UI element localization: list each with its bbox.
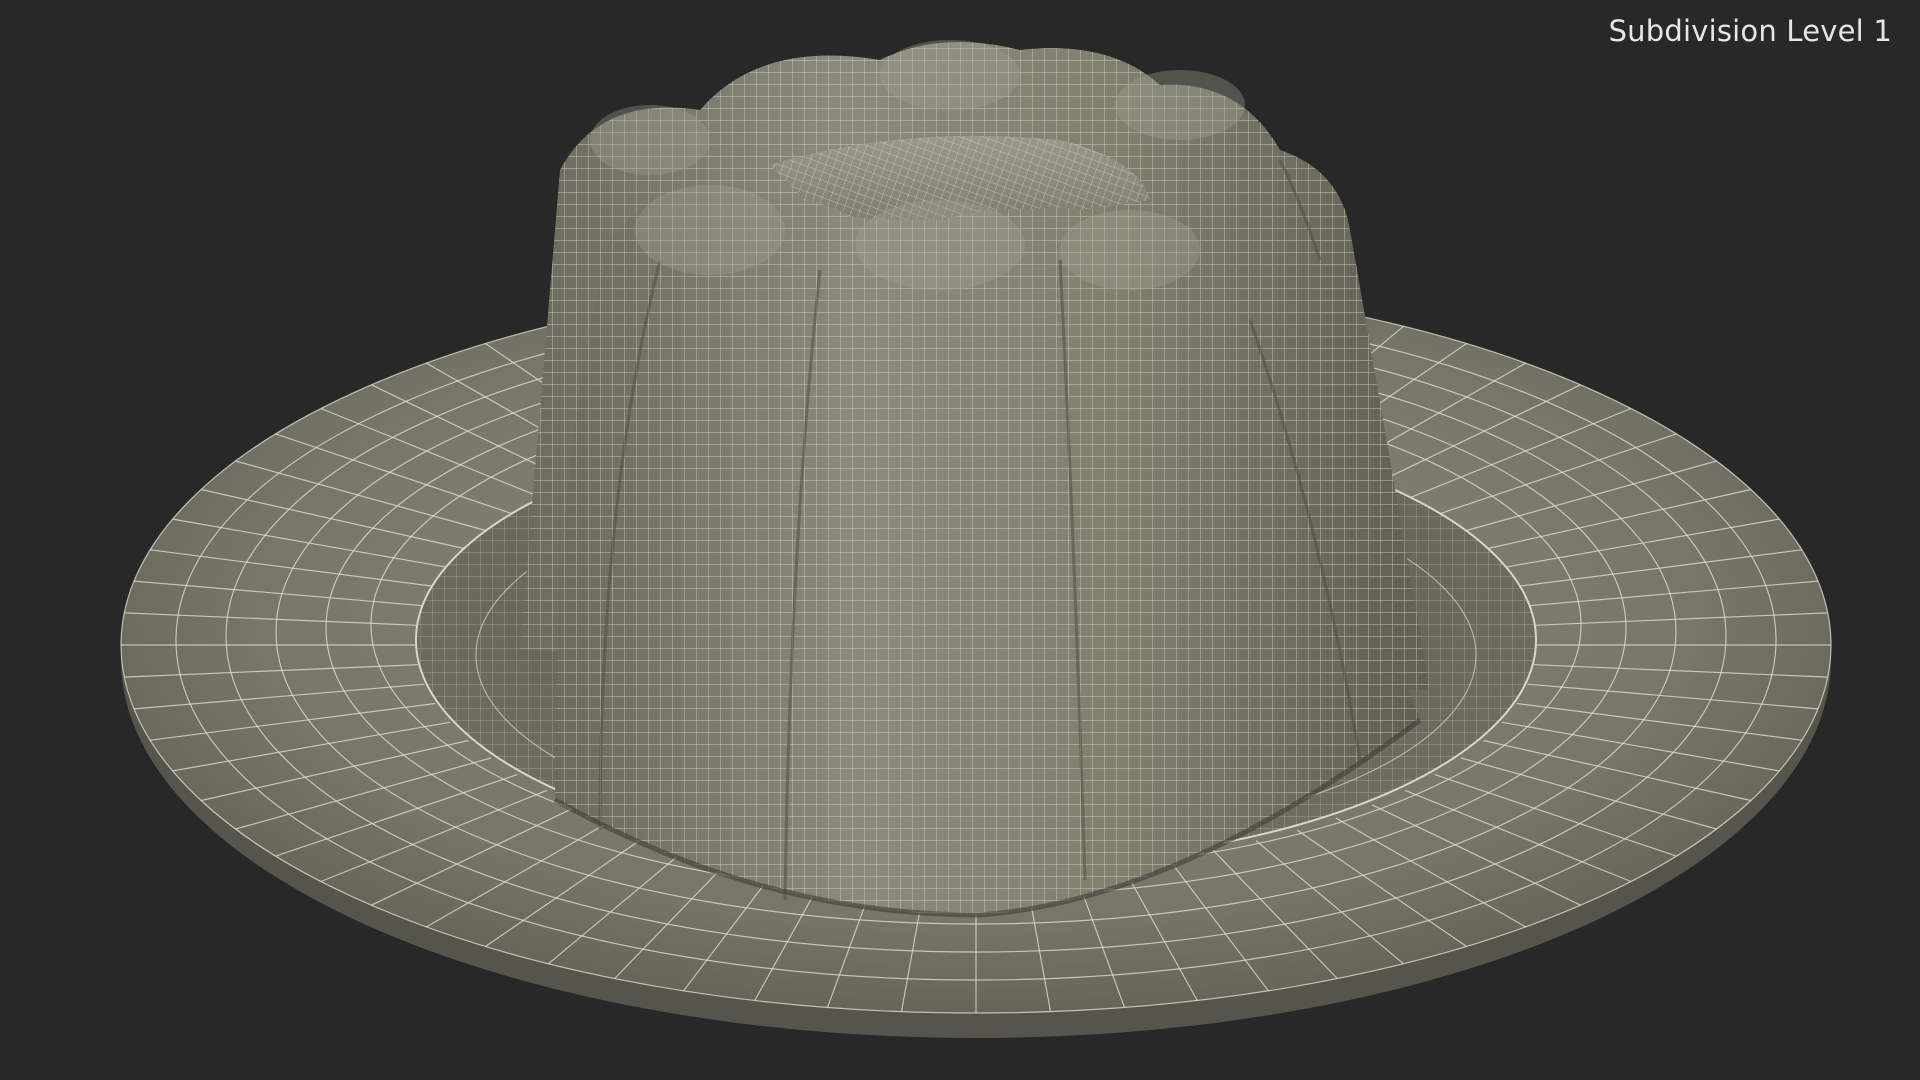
viewport[interactable]: Subdivision Level 1 [0,0,1920,1080]
subdivision-level-label: Subdivision Level 1 [1608,14,1892,48]
pudding [520,40,1430,918]
wireframe-render [120,40,1832,1038]
